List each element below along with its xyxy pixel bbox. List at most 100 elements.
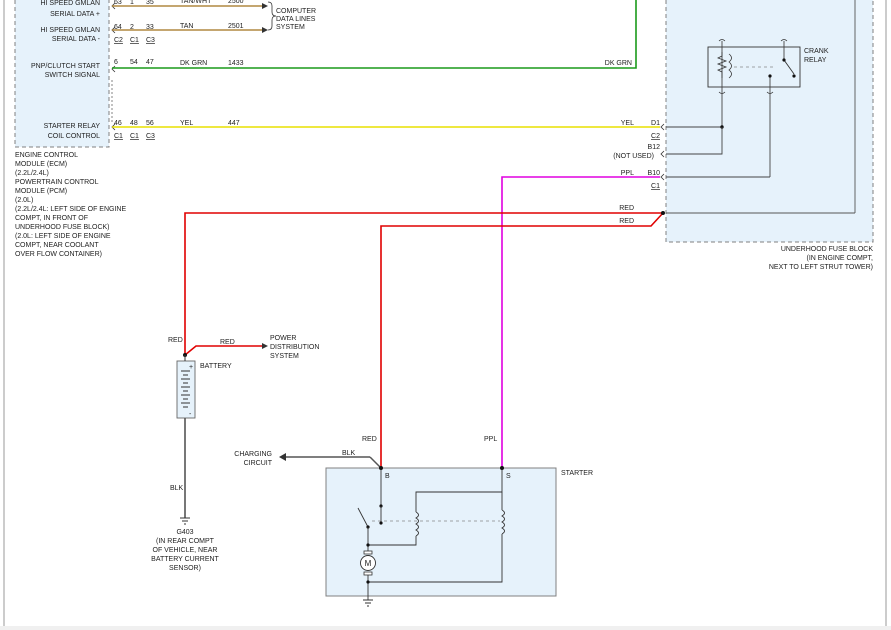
fuse-connector-id: C2 <box>651 133 660 140</box>
crank-relay-label: CRANK <box>804 48 829 55</box>
ecm-caption-line: (2.2L/2.4L) <box>15 170 49 177</box>
pin-number: 6 <box>114 59 118 66</box>
underhood-fuse-block: CRANK RELAY D1 C2 B12 (NOT USED) B10 C1 … <box>613 0 874 271</box>
ecm-pins: 63 1 35 64 2 33 C2 C1 C3 6 54 47 46 48 5… <box>111 0 155 140</box>
wire-color-label: BLK <box>342 450 356 457</box>
fuse-pin-id: D1 <box>651 120 660 127</box>
fuse-pin-id: B10 <box>648 170 661 177</box>
contact-dot <box>379 521 383 525</box>
charging-circuit: BLK CHARGING CIRCUIT <box>234 450 382 469</box>
ecm-caption-line: ENGINE CONTROL <box>15 152 78 159</box>
power-distribution-label: SYSTEM <box>270 353 299 360</box>
ecm-caption-line: UNDERHOOD FUSE BLOCK) <box>15 224 110 231</box>
red-wires: RED RED RED RED POWER DISTRIBUTION SYSTE… <box>168 205 665 468</box>
pin-number: 47 <box>146 59 154 66</box>
pin-chevron <box>660 123 665 131</box>
ground-caption: (IN REAR COMPT <box>156 538 215 545</box>
computer-data-lines-label: COMPUTER <box>276 8 316 15</box>
battery-label: BATTERY <box>200 363 232 370</box>
bracket <box>267 1 277 31</box>
wire-color-label: YEL <box>180 120 193 127</box>
pin-chevron <box>660 173 665 181</box>
fuse-connector-id: C1 <box>651 183 660 190</box>
fuse-block-caption: NEXT TO LEFT STRUT TOWER) <box>769 264 873 271</box>
connector-id: C2 <box>114 37 123 44</box>
ground-caption: OF VEHICLE, NEAR <box>153 547 218 554</box>
connector-id: C1 <box>130 37 139 44</box>
terminal-dot <box>379 466 383 470</box>
wire-color-label: RED <box>619 218 634 225</box>
wire-red-battery <box>184 212 663 355</box>
wire-color-label: PPL <box>484 436 497 443</box>
motor-brush <box>363 550 373 555</box>
wire-color-label: DK GRN <box>605 60 632 67</box>
relay-contact <box>782 58 786 62</box>
ecm-pnp-label-1: PNP/CLUTCH START <box>31 63 101 70</box>
starter: B S STARTER M <box>325 466 593 607</box>
relay-contact <box>768 74 772 78</box>
wire-color-label: RED <box>220 339 235 346</box>
ground-caption: BATTERY CURRENT <box>151 556 219 563</box>
ecm-caption-line: OVER FLOW CONTAINER) <box>15 251 102 258</box>
wire-color-label: DK GRN <box>180 60 207 67</box>
fuse-block-caption: (IN ENGINE COMPT, <box>806 255 873 262</box>
splice-dot <box>661 211 665 215</box>
wire-color-label: YEL <box>621 120 634 127</box>
terminal-dot <box>500 466 504 470</box>
pin-number: 48 <box>130 120 138 127</box>
starter-terminal-s: S <box>506 473 511 480</box>
connector-id: C3 <box>146 37 155 44</box>
wire-circuit-label: 2500 <box>228 0 244 5</box>
wire-pnp <box>112 0 637 69</box>
wire-circuit-label: 2501 <box>228 23 244 30</box>
arrow-icon <box>262 3 268 9</box>
ecm-caption-line: MODULE (ECM) <box>15 161 67 168</box>
fuse-block-box <box>665 0 874 243</box>
wire-color-label: BLK <box>170 485 184 492</box>
ecm-relay-label-2: COIL CONTROL <box>48 133 100 140</box>
wire-color-label: PPL <box>621 170 634 177</box>
ecm-gmlan-minus-label-2: SERIAL DATA - <box>52 36 101 43</box>
computer-data-lines-label: DATA LINES <box>276 16 316 23</box>
starter-box <box>325 467 557 597</box>
wire-blk-charging <box>369 456 382 469</box>
wire-red-pd <box>184 345 262 356</box>
starter-terminal-b: B <box>385 473 390 480</box>
connector-id: C1 <box>130 133 139 140</box>
ecm-caption-line: (2.0L: LEFT SIDE OF ENGINE <box>15 233 111 240</box>
ecm-caption-line: COMPT, NEAR COOLANT <box>15 242 99 249</box>
pin-number: 1 <box>130 0 134 6</box>
relay-contact <box>792 74 796 78</box>
crank-relay-label: RELAY <box>804 57 827 64</box>
relay-wire: YEL 447 YEL <box>112 120 660 128</box>
computer-data-lines-label: SYSTEM <box>276 24 305 31</box>
ground-id: G403 <box>176 529 193 536</box>
ecm-gmlan-minus-label-1: HI SPEED GMLAN <box>40 27 100 34</box>
fuse-block-caption: UNDERHOOD FUSE BLOCK <box>781 246 874 253</box>
wire-color-label: TAN <box>180 23 193 30</box>
pin-chevron <box>111 65 116 73</box>
pnp-wire: DK GRN 1433 DK GRN <box>112 0 637 69</box>
pin-number: 63 <box>114 0 122 6</box>
wire-color-label: RED <box>362 436 377 443</box>
wire-color-label: RED <box>168 337 183 344</box>
fuse-pin-id: B12 <box>648 144 661 151</box>
ecm-relay-label-1: STARTER RELAY <box>44 123 101 130</box>
arrow-icon <box>279 453 286 461</box>
wire-color-label: TAN/WHT <box>180 0 212 5</box>
ecm-gmlan-plus-label-2: SERIAL DATA + <box>50 11 100 18</box>
splice-dot <box>366 580 370 584</box>
ppl-wire: PPL PPL <box>484 170 660 468</box>
ecm-caption-line: (2.0L) <box>15 197 33 204</box>
battery: + - BATTERY BLK G403 (IN REAR COMPT OF V… <box>151 355 232 572</box>
ecm-caption-line: COMPT, IN FRONT OF <box>15 215 88 222</box>
splice-dot <box>366 543 370 547</box>
ecm-module: HI SPEED GMLAN SERIAL DATA + HI SPEED GM… <box>14 0 110 148</box>
ecm-caption-line: POWERTRAIN CONTROL <box>15 179 99 186</box>
connector-id: C1 <box>114 133 123 140</box>
power-distribution-label: POWER <box>270 335 296 342</box>
arrow-icon <box>262 27 268 33</box>
ecm-caption-line: MODULE (PCM) <box>15 188 67 195</box>
connector-id: C3 <box>146 133 155 140</box>
charging-circuit-label: CHARGING <box>234 451 272 458</box>
